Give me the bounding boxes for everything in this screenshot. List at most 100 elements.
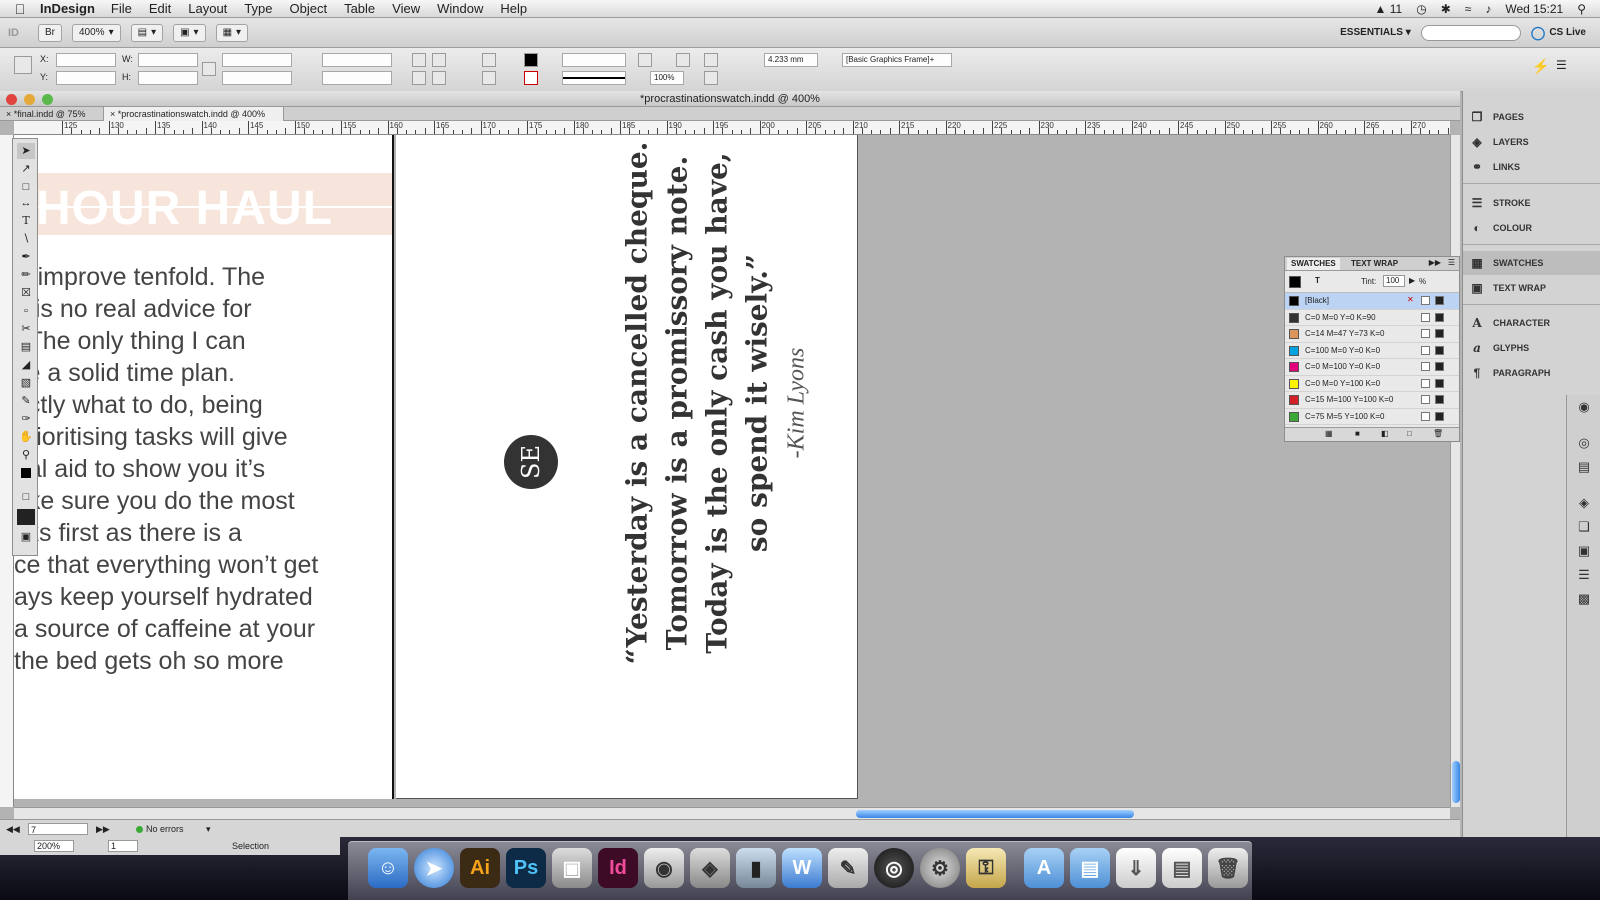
hand-tool-icon[interactable]: ✋ bbox=[17, 429, 35, 445]
select-container-icon[interactable] bbox=[482, 53, 496, 67]
documents-folder-icon[interactable]: ▤ bbox=[1070, 848, 1110, 888]
free-transform-tool-icon[interactable]: ▤ bbox=[17, 339, 35, 355]
body-text-frame[interactable]: ill improve tenfold. The e is no real ad… bbox=[14, 261, 318, 677]
tab-close-icon[interactable]: × bbox=[6, 109, 11, 119]
panel-menu-icon[interactable]: ☰ bbox=[1448, 258, 1455, 267]
textedit-icon[interactable]: ✎ bbox=[828, 848, 868, 888]
pathfinder-icon[interactable]: ▣ bbox=[1576, 543, 1592, 559]
image-capture-icon[interactable]: ◉ bbox=[644, 848, 684, 888]
new-swatch-icon[interactable]: □ bbox=[1407, 429, 1412, 438]
safari-icon[interactable]: ➤ bbox=[414, 848, 454, 888]
menu-window[interactable]: Window bbox=[437, 1, 483, 16]
preflight-menu-icon[interactable]: ▾ bbox=[206, 823, 211, 835]
cs-live-button[interactable]: ◯ CS Live bbox=[1531, 25, 1586, 41]
arrange-documents-button[interactable]: ▦ ▾ bbox=[215, 23, 249, 42]
left-page[interactable]: HOUR HAUL ill improve tenfold. The e is … bbox=[14, 135, 394, 799]
tint-field[interactable]: 100 bbox=[1383, 275, 1405, 287]
time-machine-icon[interactable]: ◷ bbox=[1416, 2, 1426, 16]
flip-horizontal-icon[interactable] bbox=[412, 71, 426, 85]
panel-collapse-icon[interactable]: ▶▶ bbox=[1429, 258, 1441, 267]
object-style-select[interactable]: [Basic Graphics Frame]+ bbox=[842, 53, 952, 67]
menu-object[interactable]: Object bbox=[290, 1, 328, 16]
show-gradient-swatches-icon[interactable]: ◧ bbox=[1381, 429, 1389, 438]
photoshop-icon[interactable]: Ps bbox=[506, 848, 546, 888]
apple-menu-icon[interactable]:  bbox=[0, 1, 40, 17]
note-tool-icon[interactable]: ✎ bbox=[17, 393, 35, 409]
vertical-scrollbar[interactable] bbox=[1450, 135, 1460, 807]
indesign-icon[interactable]: Id bbox=[598, 848, 638, 888]
transform-icon[interactable]: ◈ bbox=[1576, 495, 1592, 511]
panel-colour[interactable]: ◐ COLOUR bbox=[1463, 216, 1600, 240]
panel-links[interactable]: ⚭ LINKS bbox=[1463, 155, 1600, 179]
spotlight-icon[interactable]: ⚲ bbox=[1577, 2, 1586, 16]
scissors-tool-icon[interactable]: ✂ bbox=[17, 321, 35, 337]
final-cut-icon[interactable]: ▮ bbox=[736, 848, 776, 888]
fill-stroke-proxy-icon[interactable] bbox=[1289, 276, 1301, 288]
zoom-level-select[interactable]: 400% ▾ bbox=[72, 23, 121, 42]
line-tool-icon[interactable]: ∖ bbox=[17, 231, 35, 247]
swatch-row[interactable]: C=0 M=0 Y=0 K=90 bbox=[1285, 310, 1459, 326]
panel-text-wrap[interactable]: ▣ TEXT WRAP bbox=[1463, 276, 1600, 300]
menu-layout[interactable]: Layout bbox=[188, 1, 227, 16]
zoom-window-button[interactable] bbox=[42, 94, 53, 105]
gradient-tool-icon[interactable]: ◢ bbox=[17, 357, 35, 373]
fill-stroke-icon[interactable] bbox=[17, 467, 35, 483]
pasteboard[interactable]: HOUR HAUL ill improve tenfold. The e is … bbox=[14, 135, 1450, 807]
horizontal-ruler[interactable]: 125 130 135 140 145 150 155 160 165 170 175 180 185 1… bbox=[14, 121, 1450, 135]
fitting-icon[interactable] bbox=[704, 71, 718, 85]
view-options-button[interactable]: ▤ ▾ bbox=[130, 23, 164, 42]
scale-x-field[interactable] bbox=[222, 53, 292, 67]
info-icon[interactable]: ❏ bbox=[1576, 519, 1592, 535]
word-icon[interactable]: W bbox=[782, 848, 822, 888]
tab-final-indd[interactable]: × *final.indd @ 75% bbox=[0, 107, 104, 121]
reference-point-icon[interactable] bbox=[14, 56, 32, 74]
panel-layers[interactable]: ◈ LAYERS bbox=[1463, 130, 1600, 154]
menu-app-name[interactable]: InDesign bbox=[40, 1, 95, 16]
se-logo-badge[interactable]: SE bbox=[504, 435, 558, 489]
menu-file[interactable]: File bbox=[111, 1, 132, 16]
constrain-proportions-icon[interactable] bbox=[202, 62, 216, 76]
documents-stack-icon[interactable]: ▤ bbox=[1162, 848, 1202, 888]
volume-icon[interactable]: ♪ bbox=[1485, 2, 1491, 16]
swatch-row[interactable]: C=100 M=0 Y=0 K=0 bbox=[1285, 343, 1459, 359]
menu-view[interactable]: View bbox=[392, 1, 420, 16]
swatch-row[interactable]: C=75 M=5 Y=100 K=0 bbox=[1285, 409, 1459, 425]
status-page-field[interactable]: 1 bbox=[108, 840, 138, 852]
menu-table[interactable]: Table bbox=[344, 1, 375, 16]
first-page-button[interactable]: ◀◀ bbox=[6, 823, 20, 835]
status-zoom-field[interactable]: 200% bbox=[34, 840, 74, 852]
swatch-row[interactable]: C=0 M=0 Y=100 K=0 bbox=[1285, 376, 1459, 392]
show-all-swatches-icon[interactable]: ▦ bbox=[1325, 429, 1333, 438]
stroke-weight-field[interactable] bbox=[562, 53, 626, 67]
tint-slider-toggle-icon[interactable]: ▶ bbox=[1409, 276, 1415, 285]
adobe-updater-icon[interactable]: ▲ 11 bbox=[1375, 2, 1403, 16]
menubar-clock[interactable]: Wed 15:21 bbox=[1505, 2, 1563, 16]
quote-text-frame[interactable]: “Yesterday is a cancelled cheque. Tomorr… bbox=[618, 135, 811, 683]
w-field[interactable] bbox=[138, 53, 198, 67]
x-field[interactable] bbox=[56, 53, 116, 67]
y-field[interactable] bbox=[56, 71, 116, 85]
swatch-row[interactable]: C=0 M=100 Y=0 K=0 bbox=[1285, 359, 1459, 376]
panel-glyphs[interactable]: a GLYPHS bbox=[1463, 336, 1600, 360]
control-panel-menu-icon[interactable]: ☰ bbox=[1556, 58, 1567, 72]
gradient-feather-tool-icon[interactable]: ▧ bbox=[17, 375, 35, 391]
opacity-field[interactable]: 100% bbox=[650, 71, 684, 85]
fx-effects-icon[interactable] bbox=[676, 53, 690, 67]
bridge-button[interactable]: Br bbox=[38, 23, 62, 42]
page-number-field[interactable]: 7 bbox=[28, 823, 88, 835]
eyedropper-tool-icon[interactable]: ✑ bbox=[17, 411, 35, 427]
object-styles-icon[interactable]: ◎ bbox=[1576, 435, 1592, 451]
keychain-icon[interactable]: ⚿ bbox=[966, 848, 1006, 888]
pencil-tool-icon[interactable]: ✏ bbox=[17, 267, 35, 283]
stroke-weight-mm-field[interactable]: 4.233 mm bbox=[764, 53, 818, 67]
rotation-field[interactable] bbox=[322, 53, 392, 67]
downloads-stack-icon[interactable]: ⇓ bbox=[1116, 848, 1156, 888]
swatch-row[interactable]: [Black] ✕ bbox=[1285, 293, 1459, 310]
flip-vertical-icon[interactable] bbox=[432, 71, 446, 85]
formatting-text-icon[interactable]: T bbox=[1315, 276, 1320, 285]
pen-tool-icon[interactable]: ✒ bbox=[17, 249, 35, 265]
iphoto-icon[interactable]: ◈ bbox=[690, 848, 730, 888]
help-search-input[interactable] bbox=[1420, 24, 1521, 41]
rotate-cw-icon[interactable] bbox=[412, 53, 426, 67]
scale-y-field[interactable] bbox=[222, 71, 292, 85]
